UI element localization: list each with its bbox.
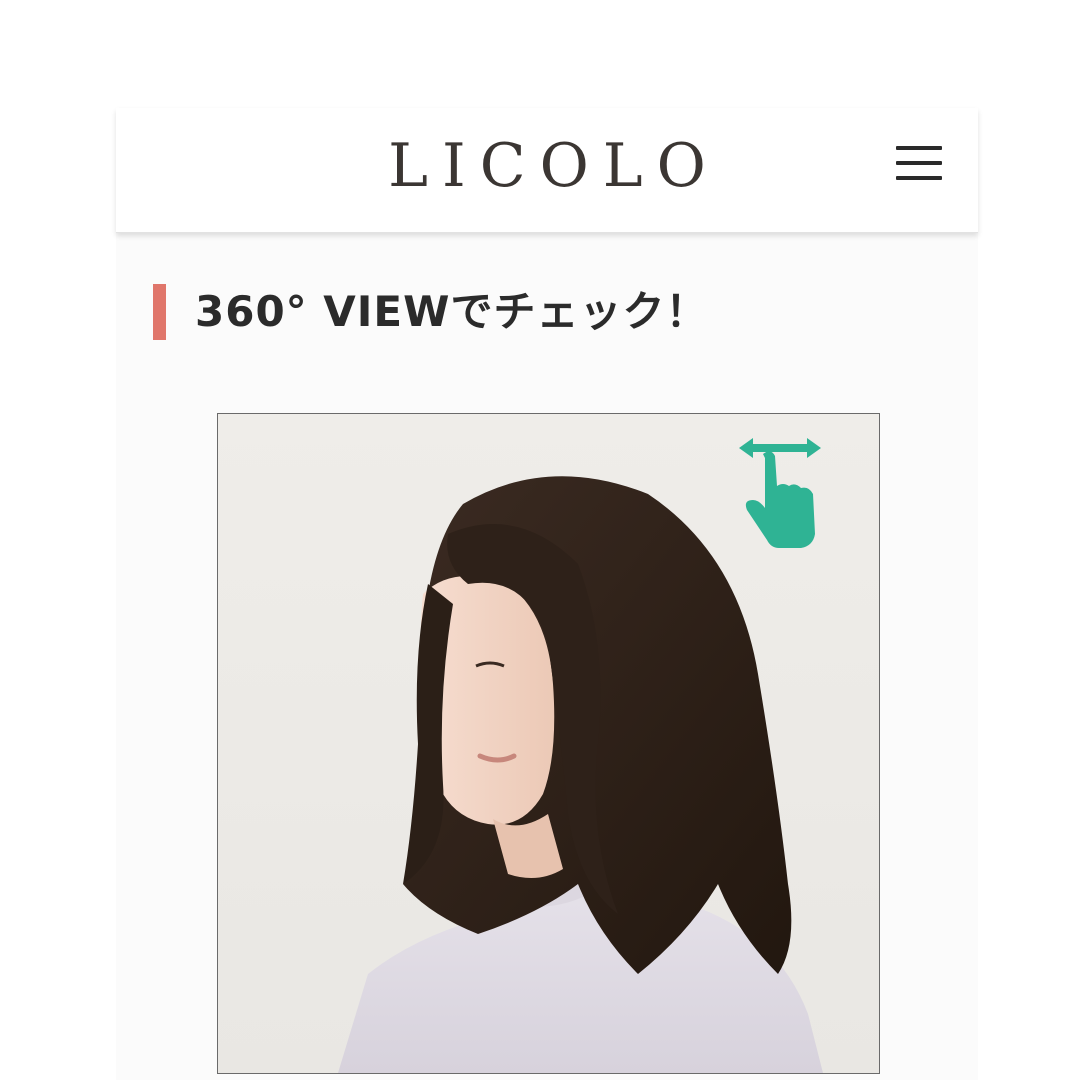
swipe-left-right-hand-icon	[739, 438, 821, 548]
site-logo[interactable]: LICOLO	[116, 136, 978, 196]
section-title: 360° VIEWでチェック！	[195, 287, 709, 336]
page: LICOLO 360° VIEWでチェック！	[0, 0, 1080, 1080]
360-view-viewer[interactable]	[217, 413, 880, 1074]
menu-line	[896, 176, 942, 180]
site-header: LICOLO	[116, 108, 978, 233]
menu-line	[896, 146, 942, 150]
hamburger-menu-icon[interactable]	[896, 144, 944, 182]
heading-accent-bar	[153, 284, 166, 340]
menu-line	[896, 161, 942, 165]
